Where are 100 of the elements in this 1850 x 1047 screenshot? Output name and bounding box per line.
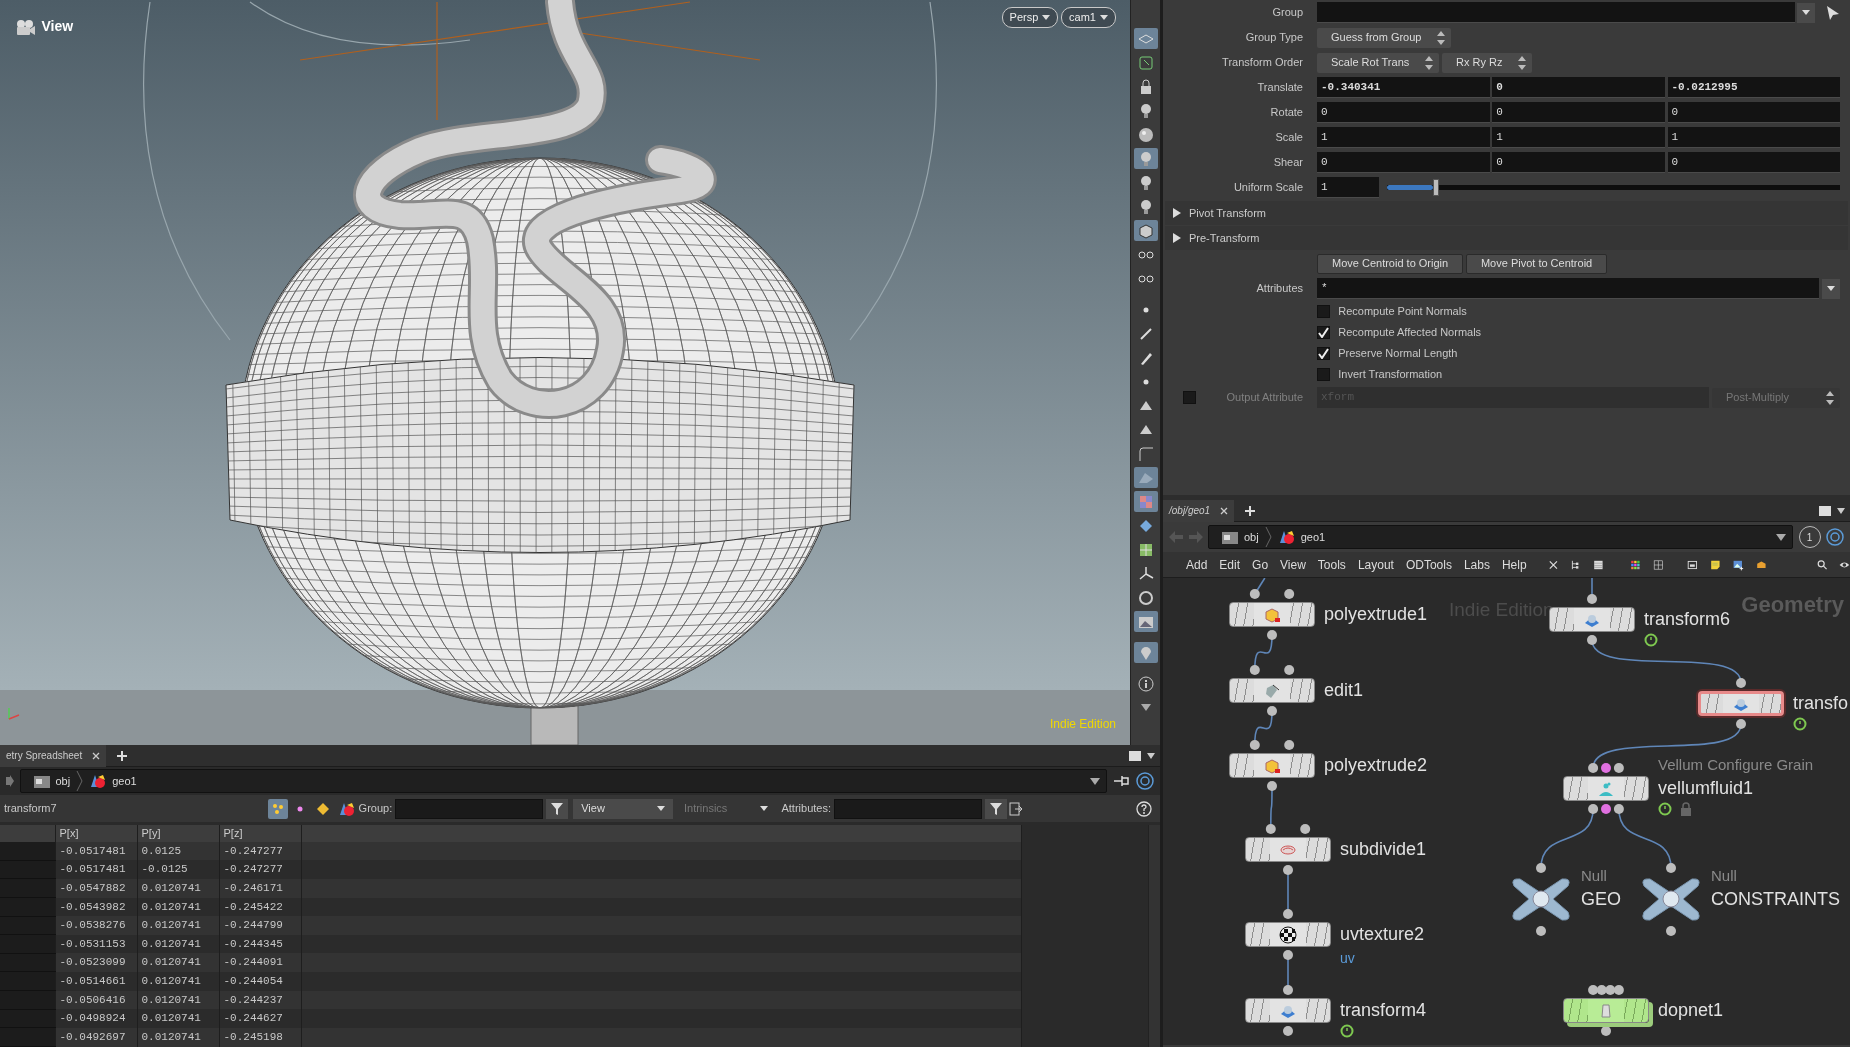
path-crumb[interactable]: geo1	[1271, 528, 1332, 546]
port-dot[interactable]	[1666, 926, 1676, 936]
folder-toggle[interactable]: Pivot Transform	[1165, 201, 1848, 225]
port-dot[interactable]	[1300, 824, 1311, 834]
port-dot[interactable]	[1601, 1026, 1611, 1036]
null-node[interactable]	[1640, 876, 1702, 923]
text-field[interactable]: *	[1317, 278, 1820, 299]
toolbar-button[interactable]	[1133, 491, 1158, 512]
action-button[interactable]: Move Pivot to Centroid	[1465, 253, 1608, 274]
number-field[interactable]: 0	[1492, 102, 1665, 123]
node-tile[interactable]	[1245, 837, 1331, 862]
menu-item[interactable]: Labs	[1458, 555, 1495, 574]
path-crumb[interactable]: obj	[1215, 528, 1265, 546]
projection-menu[interactable]: Persp	[1001, 7, 1059, 28]
port-dot[interactable]	[1267, 781, 1277, 791]
toolbar-button[interactable]	[1133, 220, 1158, 241]
panel-tab[interactable]: etry Spreadsheet	[0, 744, 107, 767]
node-tile[interactable]	[1698, 691, 1784, 716]
menu-item[interactable]: View	[1275, 555, 1311, 574]
port-dot[interactable]	[1249, 740, 1260, 750]
port-dot[interactable]	[1601, 804, 1611, 814]
port-dot[interactable]	[1613, 763, 1624, 773]
attributes-field[interactable]	[833, 798, 982, 819]
column-header[interactable]: P[z]	[219, 824, 301, 842]
path-crumb[interactable]: geo1	[83, 772, 143, 790]
menu-item[interactable]: Tools	[1312, 555, 1351, 574]
group-field[interactable]	[394, 798, 543, 819]
port-dot[interactable]	[1601, 763, 1611, 773]
toolbar-button[interactable]	[1133, 611, 1158, 632]
port-dot[interactable]	[1596, 985, 1607, 995]
menu-button[interactable]: Scale Rot Trans	[1317, 52, 1440, 73]
plus-icon[interactable]	[116, 749, 129, 762]
port-dot[interactable]	[1666, 863, 1676, 873]
number-field[interactable]: 1	[1317, 177, 1379, 198]
port-dot[interactable]	[1267, 706, 1277, 716]
menu-item[interactable]: Add	[1181, 555, 1213, 574]
caret-icon[interactable]	[1836, 507, 1845, 514]
port-dot[interactable]	[1283, 985, 1293, 995]
toolbar-button[interactable]	[1133, 467, 1158, 488]
node-tile[interactable]	[1563, 776, 1649, 801]
dropdown-button[interactable]	[1822, 278, 1840, 299]
pin-icon[interactable]	[1112, 774, 1131, 788]
folder-toggle[interactable]: Pre-Transform	[1165, 226, 1848, 250]
number-field[interactable]: -0.340341	[1317, 77, 1490, 98]
toolbar-button[interactable]	[1133, 28, 1158, 49]
port-dot[interactable]	[1605, 985, 1616, 995]
menu-button[interactable]: Guess from Group	[1317, 27, 1452, 48]
number-field[interactable]: 0	[1492, 152, 1665, 173]
menu-item[interactable]: Go	[1247, 555, 1274, 574]
square-icon[interactable]	[1129, 750, 1141, 761]
null-node[interactable]	[1510, 876, 1572, 923]
port-dot[interactable]	[1588, 985, 1599, 995]
port-dot[interactable]	[1588, 804, 1599, 814]
text-field[interactable]	[1317, 2, 1795, 23]
port-dot[interactable]	[1284, 740, 1295, 750]
port-dot[interactable]	[1613, 985, 1624, 995]
node-tile[interactable]	[1229, 602, 1315, 627]
column-header[interactable]: P[x]	[55, 824, 137, 842]
menu-button[interactable]: Rx Ry Rz	[1442, 52, 1533, 73]
toolbar-button[interactable]	[1133, 148, 1158, 169]
toolbar-button[interactable]	[1133, 642, 1158, 663]
panel-tab[interactable]: /obj/geo1	[1163, 499, 1235, 522]
port-dot[interactable]	[1736, 719, 1746, 729]
number-field[interactable]: 0	[1667, 102, 1840, 123]
export-icon[interactable]	[1009, 801, 1024, 816]
port-dot[interactable]	[1587, 594, 1597, 604]
filter-button[interactable]	[984, 798, 1007, 819]
column-header[interactable]: P[y]	[137, 824, 219, 842]
port-dot[interactable]	[1588, 763, 1599, 773]
port-dot[interactable]	[1283, 909, 1293, 919]
node-tile[interactable]	[1245, 922, 1331, 947]
port-dot[interactable]	[1267, 630, 1277, 640]
filter-button[interactable]	[545, 798, 568, 819]
camera-menu[interactable]: cam1	[1061, 7, 1116, 28]
port-dot[interactable]	[1284, 589, 1295, 599]
menu-item[interactable]: Help	[1496, 555, 1532, 574]
port-dot[interactable]	[1249, 665, 1260, 675]
checkbox[interactable]	[1317, 347, 1330, 360]
dropdown-button[interactable]	[1797, 2, 1816, 23]
number-field[interactable]: -0.0212995	[1667, 77, 1840, 98]
port-dot[interactable]	[1249, 589, 1260, 599]
number-field[interactable]: 1	[1317, 127, 1490, 148]
view-menu[interactable]: View	[573, 798, 674, 819]
port-dot[interactable]	[1536, 863, 1546, 873]
square-icon[interactable]	[1819, 505, 1831, 516]
pointer-icon[interactable]	[1826, 4, 1840, 21]
target-icon[interactable]	[1826, 528, 1844, 546]
number-field[interactable]: 0	[1317, 152, 1490, 173]
node-tile[interactable]	[1229, 678, 1315, 703]
node-tile[interactable]	[1229, 753, 1315, 778]
checkbox[interactable]	[1317, 305, 1330, 318]
dropdown-icon[interactable]	[1090, 777, 1100, 785]
port-dot[interactable]	[1536, 926, 1546, 936]
port-dot[interactable]	[1283, 865, 1293, 875]
slider-handle[interactable]	[1432, 179, 1439, 196]
port-dot[interactable]	[1736, 678, 1746, 688]
menu-item[interactable]: Layout	[1352, 555, 1399, 574]
menu-item[interactable]: ODTools	[1400, 555, 1457, 574]
port-dot[interactable]	[1283, 1026, 1293, 1036]
help-icon[interactable]	[1136, 800, 1152, 817]
